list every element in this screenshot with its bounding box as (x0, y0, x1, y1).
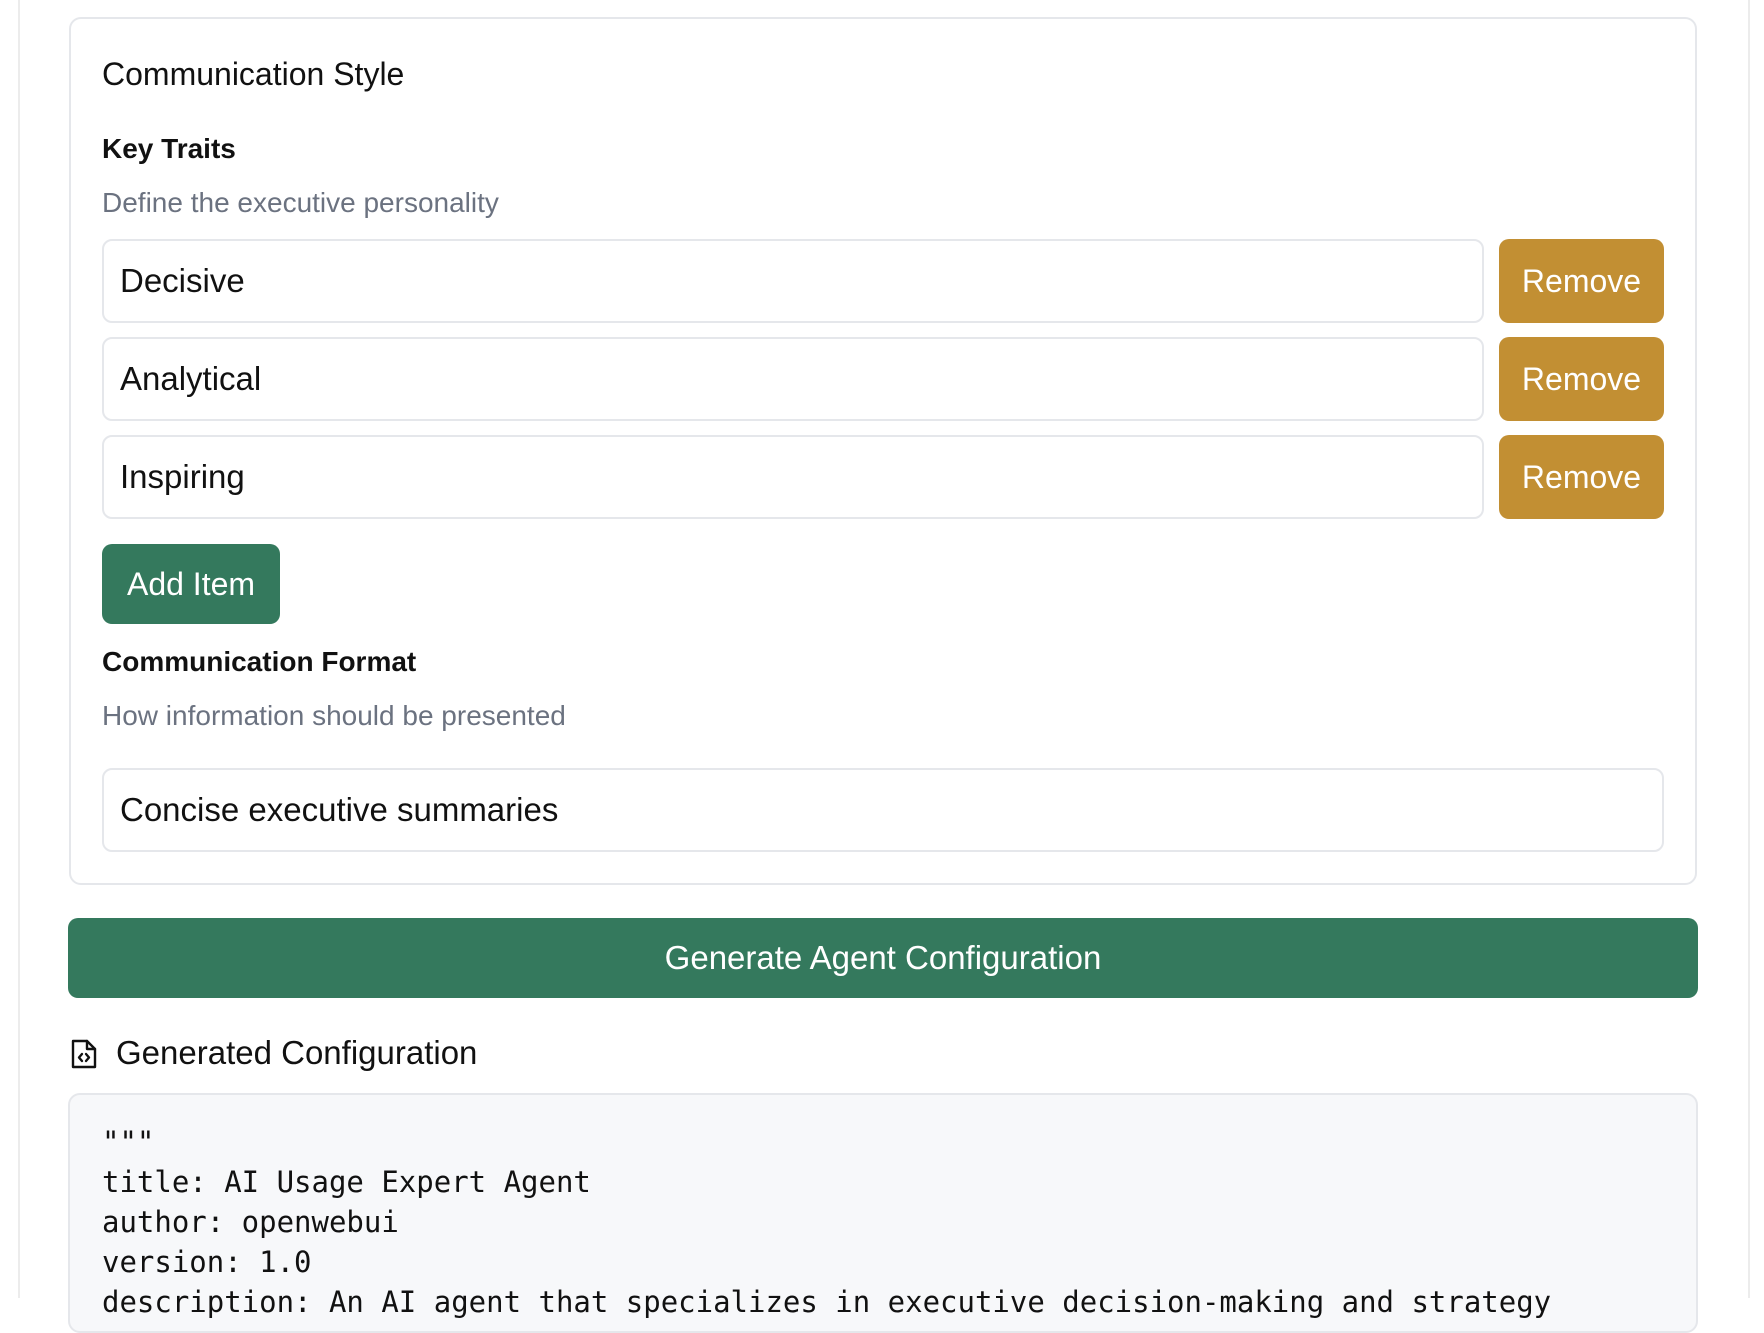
add-item-button[interactable]: Add Item (102, 544, 280, 624)
communication-format-input[interactable] (102, 768, 1664, 852)
code-line: """ (102, 1125, 155, 1159)
trait-input-1[interactable] (102, 239, 1484, 323)
key-traits-label: Key Traits (102, 133, 236, 164)
key-traits-help: Define the executive personality (102, 187, 499, 218)
remove-trait-button-1[interactable]: Remove (1499, 239, 1664, 323)
page-frame-right (1748, 0, 1750, 1298)
trait-input-3[interactable] (102, 435, 1484, 519)
trait-input-2[interactable] (102, 337, 1484, 421)
communication-format-help: How information should be presented (102, 700, 566, 731)
section-title: Communication Style (102, 56, 405, 92)
generated-configuration-title: Generated Configuration (116, 1034, 478, 1071)
remove-trait-button-2[interactable]: Remove (1499, 337, 1664, 421)
code-line: author: openwebui (102, 1205, 399, 1239)
page-frame-left (18, 0, 20, 1298)
generated-code: """ title: AI Usage Expert Agent author: o… (102, 1122, 1551, 1322)
generate-configuration-button[interactable]: Generate Agent Configuration (68, 918, 1698, 998)
code-line: description: An AI agent that specialize… (102, 1285, 1552, 1319)
file-code-icon (70, 1038, 98, 1070)
code-line: title: AI Usage Expert Agent (102, 1165, 591, 1199)
communication-format-label: Communication Format (102, 646, 417, 677)
code-line: version: 1.0 (102, 1245, 312, 1279)
remove-trait-button-3[interactable]: Remove (1499, 435, 1664, 519)
